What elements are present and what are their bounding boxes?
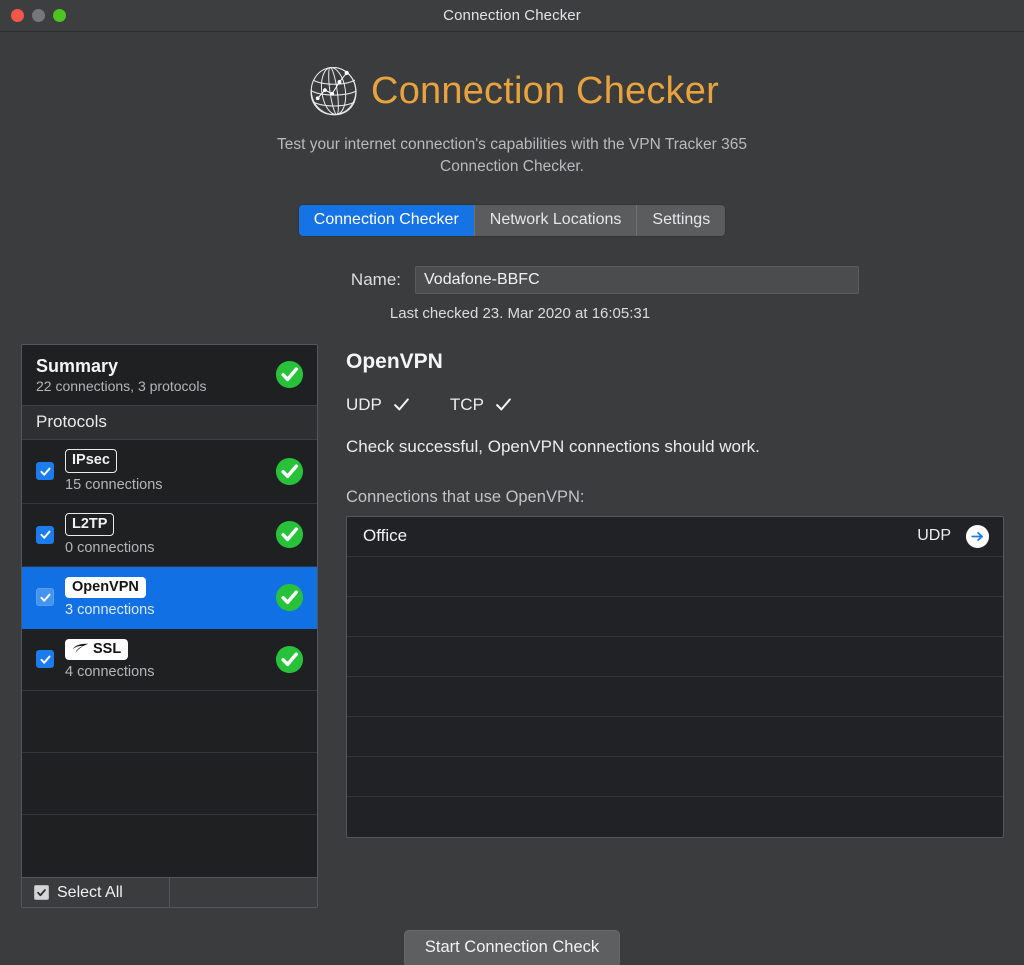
summary-title: Summary bbox=[36, 355, 274, 378]
protocol-badge-ssl-wrap: SSL bbox=[65, 639, 128, 661]
checkmark-icon bbox=[39, 591, 52, 604]
ssl-swoosh-icon bbox=[72, 643, 89, 654]
protocol-checkbox-ssl[interactable] bbox=[36, 650, 54, 668]
checkmark-icon bbox=[36, 887, 47, 898]
checkmark-icon bbox=[39, 653, 52, 666]
status-ok-icon bbox=[274, 359, 305, 390]
footer-blank-area bbox=[170, 878, 317, 907]
protocol-badge-ssl: SSL bbox=[93, 642, 121, 657]
name-form-row: Name: bbox=[0, 266, 1024, 294]
protocol-checkbox-l2tp[interactable] bbox=[36, 526, 54, 544]
protocol-subtitle-l2tp: 0 connections bbox=[65, 540, 274, 556]
connection-name: Office bbox=[363, 526, 917, 546]
table-row[interactable] bbox=[347, 797, 1003, 837]
protocol-list-scroll[interactable]: Summary 22 connections, 3 protocols Prot… bbox=[22, 345, 317, 878]
app-tagline: Test your internet connection's capabili… bbox=[277, 134, 747, 179]
tab-settings[interactable]: Settings bbox=[637, 205, 725, 236]
protocol-row-openvpn[interactable]: OpenVPN 3 connections bbox=[22, 567, 317, 629]
protocol-badge-l2tp: L2TP bbox=[65, 513, 114, 537]
mode-tcp: TCP bbox=[450, 395, 512, 415]
protocols-group-header: Protocols bbox=[22, 406, 317, 440]
select-all-label: Select All bbox=[57, 884, 123, 902]
summary-subtitle: 22 connections, 3 protocols bbox=[36, 378, 274, 394]
protocol-checkbox-openvpn[interactable] bbox=[36, 588, 54, 606]
protocol-list-empty-row bbox=[22, 815, 317, 877]
detail-panel: OpenVPN UDP TCP Check successful, OpenVP… bbox=[346, 344, 1004, 838]
protocol-row-ipsec[interactable]: IPsec 15 connections bbox=[22, 440, 317, 504]
table-row[interactable] bbox=[347, 637, 1003, 677]
tab-bar: Connection Checker Network Locations Set… bbox=[299, 205, 725, 236]
table-row[interactable] bbox=[347, 597, 1003, 637]
main-content: Summary 22 connections, 3 protocols Prot… bbox=[0, 322, 1024, 909]
protocol-list-empty-row bbox=[22, 691, 317, 753]
protocol-subtitle-openvpn: 3 connections bbox=[65, 602, 274, 618]
status-ok-icon bbox=[274, 582, 305, 613]
app-header: Connection Checker Test your internet co… bbox=[0, 32, 1024, 179]
checkmark-icon bbox=[39, 528, 52, 541]
check-result-text: Check successful, OpenVPN connections sh… bbox=[346, 437, 1004, 457]
protocol-row-ssl[interactable]: SSL 4 connections bbox=[22, 629, 317, 691]
protocol-subtitle-ssl: 4 connections bbox=[65, 664, 274, 680]
connections-label: Connections that use OpenVPN: bbox=[346, 488, 1004, 507]
footer-actions: Start Connection Check bbox=[0, 908, 1024, 965]
tab-network-locations[interactable]: Network Locations bbox=[475, 205, 638, 236]
status-ok-icon bbox=[274, 519, 305, 550]
mode-udp-label: UDP bbox=[346, 395, 382, 415]
check-icon bbox=[393, 396, 410, 413]
table-row[interactable] bbox=[347, 677, 1003, 717]
protocol-list-empty-row bbox=[22, 753, 317, 815]
table-row[interactable] bbox=[347, 757, 1003, 797]
protocol-list-panel: Summary 22 connections, 3 protocols Prot… bbox=[21, 344, 318, 909]
mode-udp: UDP bbox=[346, 395, 410, 415]
start-connection-check-button[interactable]: Start Connection Check bbox=[404, 930, 620, 965]
select-all-control[interactable]: Select All bbox=[22, 878, 170, 907]
select-all-checkbox[interactable] bbox=[34, 885, 49, 900]
connection-protocol: UDP bbox=[917, 527, 951, 545]
tab-bar-wrapper: Connection Checker Network Locations Set… bbox=[0, 205, 1024, 236]
tab-connection-checker[interactable]: Connection Checker bbox=[299, 205, 475, 236]
table-row[interactable] bbox=[347, 557, 1003, 597]
mode-tcp-label: TCP bbox=[450, 395, 484, 415]
protocol-modes: UDP TCP bbox=[346, 395, 1004, 415]
last-checked-text: Last checked 23. Mar 2020 at 16:05:31 bbox=[0, 305, 1024, 322]
window-title: Connection Checker bbox=[0, 7, 1024, 24]
status-ok-icon bbox=[274, 456, 305, 487]
protocol-badge-openvpn: OpenVPN bbox=[65, 577, 146, 599]
protocol-row-l2tp[interactable]: L2TP 0 connections bbox=[22, 504, 317, 568]
brand-title: Connection Checker bbox=[371, 72, 719, 110]
table-row[interactable] bbox=[347, 717, 1003, 757]
table-row[interactable]: Office UDP bbox=[347, 517, 1003, 557]
protocol-badge-ipsec: IPsec bbox=[65, 449, 117, 473]
checkmark-icon bbox=[39, 465, 52, 478]
status-ok-icon bbox=[274, 644, 305, 675]
name-label: Name: bbox=[165, 270, 415, 290]
brand-lockup: Connection Checker bbox=[0, 60, 1024, 122]
name-input[interactable] bbox=[415, 266, 859, 294]
check-icon bbox=[495, 396, 512, 413]
detail-title: OpenVPN bbox=[346, 350, 1004, 374]
summary-row[interactable]: Summary 22 connections, 3 protocols bbox=[22, 345, 317, 407]
protocol-subtitle-ipsec: 15 connections bbox=[65, 477, 274, 493]
window-titlebar: Connection Checker bbox=[0, 0, 1024, 32]
open-connection-arrow-button[interactable] bbox=[965, 524, 990, 549]
protocol-checkbox-ipsec[interactable] bbox=[36, 462, 54, 480]
protocol-list-footer: Select All bbox=[22, 877, 317, 907]
connections-table: Office UDP bbox=[346, 516, 1004, 838]
globe-network-icon bbox=[305, 62, 363, 120]
